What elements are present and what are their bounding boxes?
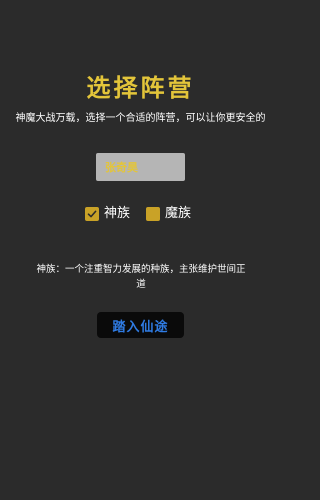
faction-label-shen: 神族 <box>104 206 131 221</box>
enter-game-button[interactable]: 踏入仙途 <box>97 312 184 338</box>
page-subtitle: 神魔大战万载，选择一个合适的阵营，可以让你更安全的 <box>15 113 266 124</box>
faction-option-mo[interactable]: 魔族 <box>146 205 191 223</box>
faction-select-screen: 选择阵营 神魔大战万载，选择一个合适的阵营，可以让你更安全的 张奇昊 神族 魔族… <box>0 0 281 500</box>
page-title: 选择阵营 <box>86 74 195 102</box>
faction-option-shen[interactable]: 神族 <box>85 205 130 223</box>
character-name-field[interactable]: 张奇昊 <box>96 153 185 181</box>
checked-checkbox-icon[interactable] <box>85 207 99 221</box>
unchecked-checkbox-icon[interactable] <box>146 207 160 221</box>
faction-label-mo: 魔族 <box>165 206 192 221</box>
faction-description: 神族：一个注重智力发展的种族，主张维护世间正道 <box>36 264 246 290</box>
